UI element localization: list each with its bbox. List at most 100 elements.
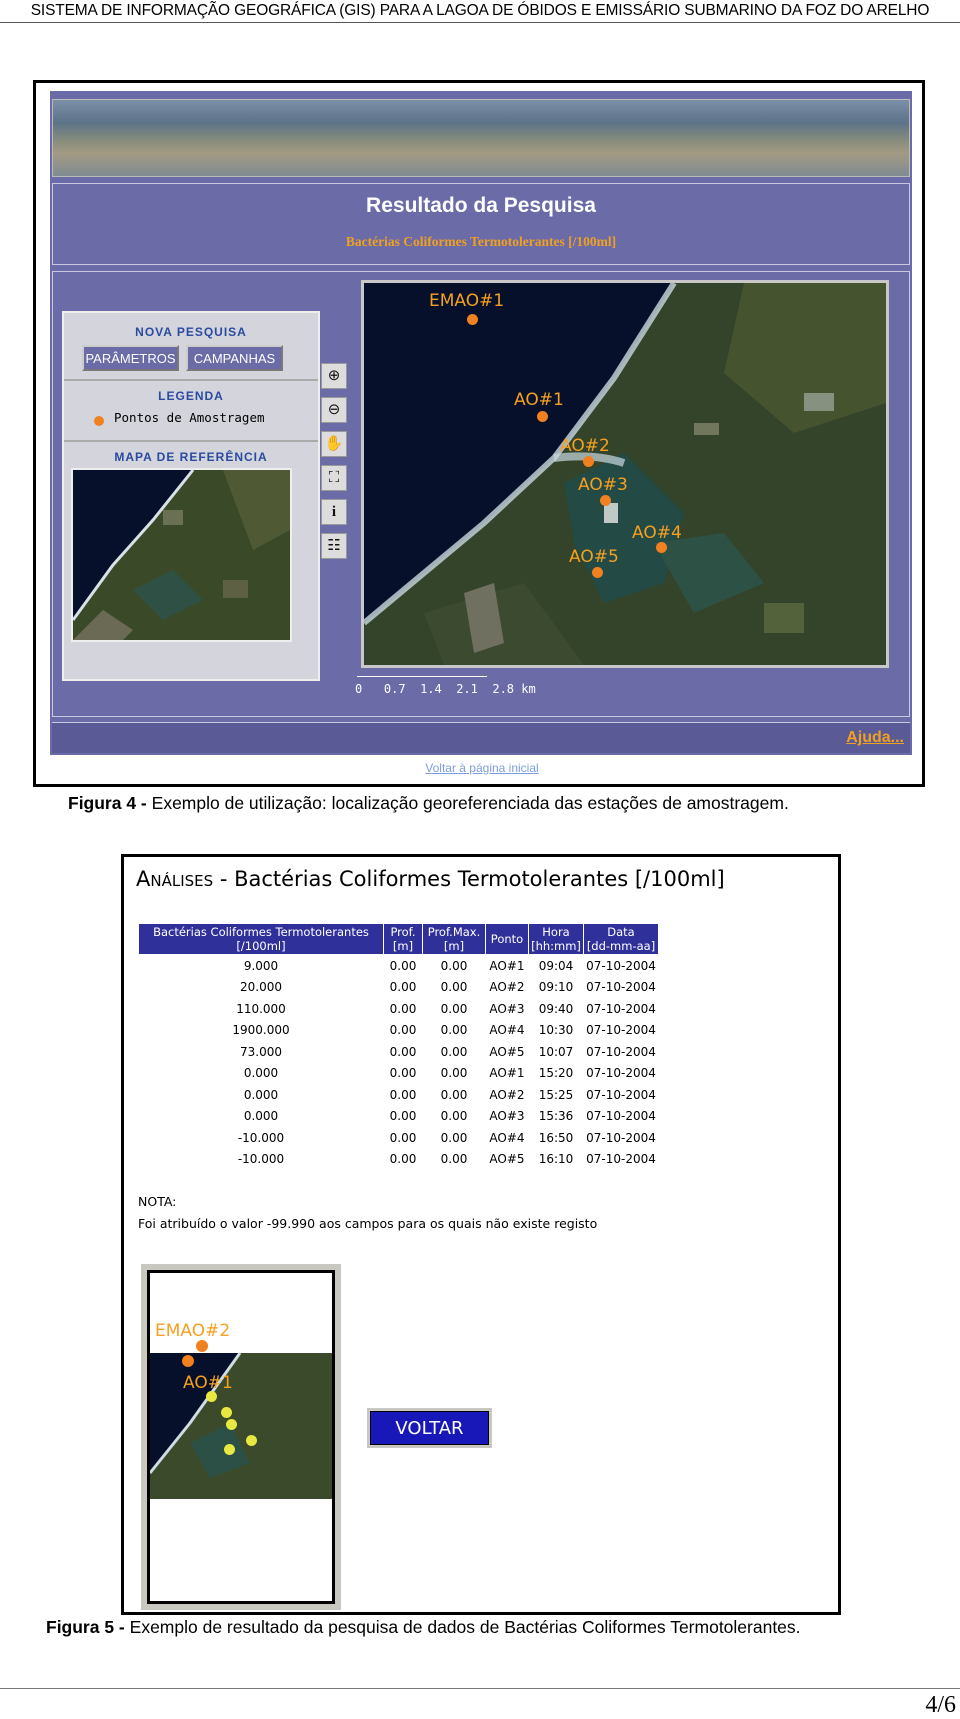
parametros-button[interactable]: PARÂMETROS: [82, 345, 179, 371]
thumbnail-label: AO#1: [183, 1373, 233, 1393]
station-marker: [196, 1340, 208, 1352]
table-cell: 07-10-2004: [586, 980, 656, 995]
station-marker[interactable]: [600, 495, 611, 506]
column-header: Data [dd-mm-aa]: [583, 923, 659, 955]
table-cell: 07-10-2004: [586, 1044, 656, 1059]
table-cell: 0.00: [440, 1109, 468, 1124]
table-cell: AO#3: [489, 1109, 525, 1124]
full-extent-icon[interactable]: ⛶: [321, 465, 347, 491]
table-cell: 0.00: [389, 980, 417, 995]
station-marker[interactable]: [592, 567, 603, 578]
query-icon[interactable]: ☷: [321, 533, 347, 559]
analysis-title-rest: - Bactérias Coliformes Termotolerantes […: [213, 867, 725, 891]
caption-label: Figura 4 -: [68, 793, 147, 813]
table-cell: AO#5: [489, 1044, 525, 1059]
scale-tick: 1.4: [420, 682, 442, 696]
table-cell: 15:36: [538, 1109, 574, 1124]
table-row: 110.000 0.00 0.00 AO#3 09:40 07-10-2004: [139, 998, 659, 1020]
campanhas-button[interactable]: CAMPANHAS: [186, 345, 283, 371]
result-subtitle: Bactérias Coliformes Termotolerantes [/1…: [345, 234, 617, 249]
station-marker[interactable]: [583, 456, 594, 467]
table-row: 0.000 0.00 0.00 AO#2 15:25 07-10-2004: [139, 1084, 659, 1106]
column-header: Ponto: [485, 923, 529, 955]
pan-hand-icon[interactable]: ✋: [321, 431, 347, 457]
table-cell: 16:50: [538, 1130, 574, 1145]
table-cell: 73.000: [240, 1044, 282, 1059]
table-cell: 10:30: [538, 1023, 574, 1038]
divider: [64, 379, 318, 381]
station-marker: [246, 1435, 257, 1446]
station-marker: [182, 1355, 194, 1367]
station-marker[interactable]: [656, 542, 667, 553]
legenda-heading: LEGENDA: [158, 389, 224, 403]
zoom-out-icon[interactable]: ⊖: [321, 397, 347, 423]
info-icon[interactable]: i: [321, 499, 347, 525]
table-cell: AO#4: [489, 1023, 525, 1038]
scale-line: [357, 676, 487, 677]
station-label: AO#1: [514, 390, 564, 410]
table-cell: AO#2: [489, 1087, 525, 1102]
table-cell: 15:25: [538, 1087, 574, 1102]
satellite-image: [364, 283, 886, 665]
caption-label: Figura 5 -: [46, 1617, 125, 1637]
table-cell: 15:20: [538, 1066, 574, 1081]
table-cell: 09:04: [538, 958, 574, 973]
table-row: 0.000 0.00 0.00 AO#1 15:20 07-10-2004: [139, 1063, 659, 1085]
table-cell: AO#4: [489, 1130, 525, 1145]
analysis-title: Análises - Bactérias Coliformes Termotol…: [136, 867, 725, 891]
voltar-button-label: VOLTAR: [370, 1411, 489, 1445]
voltar-button[interactable]: VOLTAR: [367, 1408, 492, 1448]
table-cell: 07-10-2004: [586, 1001, 656, 1016]
table-header-row: Bactérias Coliformes Termotolerantes [/10…: [138, 923, 659, 955]
thumbnail-map[interactable]: EMAO#2 AO#1: [147, 1270, 335, 1604]
table-cell: 07-10-2004: [586, 1109, 656, 1124]
station-marker: [206, 1391, 217, 1402]
main-map[interactable]: EMAO#1 AO#1 AO#2 AO#3 AO#4 AO#5: [361, 280, 889, 668]
column-header: Prof. [m]: [383, 923, 423, 955]
legend-label: Pontos de Amostragem: [114, 410, 265, 425]
table-cell: 0.00: [389, 1087, 417, 1102]
table-cell: 0.00: [440, 980, 468, 995]
table-cell: 0.00: [389, 1023, 417, 1038]
station-marker: [221, 1407, 232, 1418]
gis-app-window: Resultado da Pesquisa Bactérias Coliform…: [50, 91, 912, 755]
table-cell: 0.00: [389, 1152, 417, 1167]
station-marker[interactable]: [467, 314, 478, 325]
table-cell: 0.00: [440, 1023, 468, 1038]
table-cell: 0.000: [243, 1066, 279, 1081]
figure-5: Análises - Bactérias Coliformes Termotol…: [121, 854, 841, 1615]
ajuda-link[interactable]: Ajuda...: [846, 729, 904, 747]
scale-tick: 0: [355, 682, 363, 696]
figure-5-caption: Figura 5 - Exemplo de resultado da pesqu…: [46, 1617, 801, 1638]
table-cell: 07-10-2004: [586, 1066, 656, 1081]
table-cell: 0.000: [243, 1087, 279, 1102]
table-cell: 1900.000: [232, 1023, 290, 1038]
table-cell: 16:10: [538, 1152, 574, 1167]
table-cell: AO#1: [489, 958, 525, 973]
table-cell: 0.00: [389, 1001, 417, 1016]
table-row: 73.000 0.00 0.00 AO#5 10:07 07-10-2004: [139, 1041, 659, 1063]
voltar-pagina-inicial-link[interactable]: Voltar à página inicial: [36, 761, 928, 775]
table-row: 0.000 0.00 0.00 AO#3 15:36 07-10-2004: [139, 1106, 659, 1128]
nova-pesquisa-heading: NOVA PESQUISA: [135, 325, 247, 339]
table-cell: 07-10-2004: [586, 958, 656, 973]
footer-rule: [0, 1688, 960, 1689]
table-cell: 0.00: [389, 1109, 417, 1124]
table-cell: 0.000: [243, 1109, 279, 1124]
zoom-in-icon[interactable]: ⊕: [321, 363, 347, 389]
station-label: AO#2: [560, 436, 610, 456]
table-cell: 20.000: [240, 980, 282, 995]
scale-tick: 2.1: [456, 682, 478, 696]
reference-map[interactable]: [71, 468, 292, 642]
table-cell: 10:07: [538, 1044, 574, 1059]
table-cell: AO#5: [489, 1152, 525, 1167]
caption-text: Exemplo de resultado da pesquisa de dado…: [129, 1617, 801, 1637]
station-marker[interactable]: [537, 411, 548, 422]
column-header: Bactérias Coliformes Termotolerantes [/10…: [138, 923, 384, 955]
station-label: AO#5: [569, 547, 619, 567]
table-cell: 0.00: [389, 1130, 417, 1145]
figure-4-caption: Figura 4 - Exemplo de utilização: locali…: [68, 793, 789, 814]
table-cell: 07-10-2004: [586, 1130, 656, 1145]
table-cell: 0.00: [389, 1044, 417, 1059]
table-cell: 0.00: [440, 1066, 468, 1081]
